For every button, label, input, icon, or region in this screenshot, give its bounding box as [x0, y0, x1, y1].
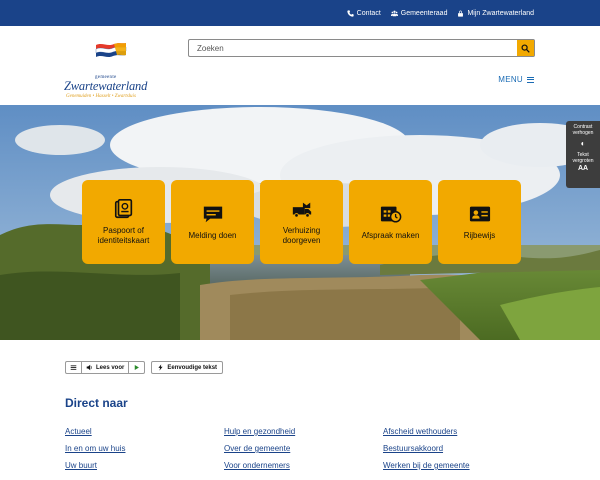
lock-icon	[458, 9, 464, 17]
link-farewell-aldermen[interactable]: Afscheid wethouders	[383, 426, 542, 437]
contact-link[interactable]: Contact	[346, 9, 381, 17]
easy-text-label: Eenvoudige tekst	[167, 364, 218, 371]
council-icon	[390, 10, 398, 16]
quick-tasks: Paspoort of identiteitskaart Melding doe…	[82, 180, 521, 264]
logo-subtitle: Genemuiden • Hasselt • Zwartsluis	[66, 94, 136, 99]
link-actueel[interactable]: Actueel	[65, 426, 224, 437]
search-box	[188, 39, 535, 57]
tile-appointment[interactable]: Afspraak maken	[349, 180, 432, 264]
contrast-icon[interactable]: ◐	[581, 139, 586, 148]
moving-truck-icon	[292, 202, 311, 218]
read-aloud-button[interactable]: Lees voor	[82, 362, 130, 373]
tile-appointment-label: Afspraak maken	[361, 230, 420, 240]
read-toolbar: Lees voor Eenvoudige tekst	[65, 361, 224, 374]
search-button[interactable]	[517, 40, 534, 56]
read-aloud-label: Lees voor	[96, 364, 125, 371]
tile-report[interactable]: Melding doen	[171, 180, 254, 264]
tile-moving-label: Verhuizing doorgeven	[282, 225, 321, 245]
tile-passport-label: Paspoort of identiteitskaart	[97, 225, 150, 245]
text-size-icon[interactable]: AA	[578, 165, 588, 172]
search-input[interactable]	[189, 40, 517, 56]
menu-button[interactable]: MENU	[498, 75, 534, 84]
search-icon	[521, 43, 530, 53]
header: gemeente Zwartewaterland Genemuiden • Ha…	[0, 26, 600, 105]
readspeaker-widget: Lees voor	[65, 361, 146, 374]
tile-moving[interactable]: Verhuizing doorgeven	[260, 180, 343, 264]
lightning-icon	[158, 364, 163, 371]
hero-banner: Paspoort of identiteitskaart Melding doe…	[0, 105, 600, 340]
top-links: Contact Gemeenteraad Mijn Zwartewaterlan…	[346, 0, 534, 26]
play-button[interactable]	[129, 362, 144, 373]
easy-text-button[interactable]: Eenvoudige tekst	[151, 361, 224, 374]
text-size-label[interactable]: Tekst vergroten	[566, 152, 600, 165]
link-neighbourhood[interactable]: Uw buurt	[65, 460, 224, 471]
tile-license-label: Rijbewijs	[463, 230, 496, 240]
link-coalition-agreement[interactable]: Bestuursakkoord	[383, 443, 542, 454]
play-icon	[135, 365, 140, 370]
council-label: Gemeenteraad	[400, 9, 448, 17]
top-bar: Contact Gemeenteraad Mijn Zwartewaterlan…	[0, 0, 600, 26]
link-jobs[interactable]: Werken bij de gemeente	[383, 460, 542, 471]
contact-label: Contact	[356, 9, 381, 17]
menu-label: MENU	[498, 75, 523, 84]
hamburger-icon	[527, 76, 534, 83]
phone-icon	[346, 9, 354, 17]
my-account-label: Mijn Zwartewaterland	[467, 9, 534, 17]
my-account-link[interactable]: Mijn Zwartewaterland	[457, 10, 534, 17]
readspeaker-menu-button[interactable]	[66, 362, 82, 373]
link-home[interactable]: In en om uw huis	[65, 443, 224, 454]
id-card-icon	[469, 206, 490, 222]
passport-icon	[114, 198, 132, 218]
tile-report-label: Melding doen	[188, 230, 237, 240]
tile-license[interactable]: Rijbewijs	[438, 180, 521, 264]
council-link[interactable]: Gemeenteraad	[390, 9, 448, 17]
calendar-clock-icon	[380, 206, 401, 223]
link-health[interactable]: Hulp en gezondheid	[224, 426, 383, 437]
chat-icon	[203, 206, 222, 223]
tile-passport[interactable]: Paspoort of identiteitskaart	[82, 180, 165, 264]
logo-flag-icon	[95, 43, 127, 57]
link-entrepreneurs[interactable]: Voor ondernemers	[224, 460, 383, 471]
menu-lines-icon	[70, 365, 77, 370]
accessibility-panel: Contrast verhogen ◐ Tekst vergroten AA	[566, 121, 600, 188]
contrast-label[interactable]: Contrast verhogen	[566, 124, 600, 137]
direct-links: Actueel Hulp en gezondheid Afscheid weth…	[65, 426, 542, 471]
link-about-municipality[interactable]: Over de gemeente	[224, 443, 383, 454]
logo-name: Zwartewaterland	[64, 79, 148, 93]
direct-to-heading: Direct naar	[65, 396, 128, 410]
logo[interactable]: gemeente Zwartewaterland Genemuiden • Ha…	[64, 41, 164, 99]
speaker-icon	[86, 364, 92, 371]
